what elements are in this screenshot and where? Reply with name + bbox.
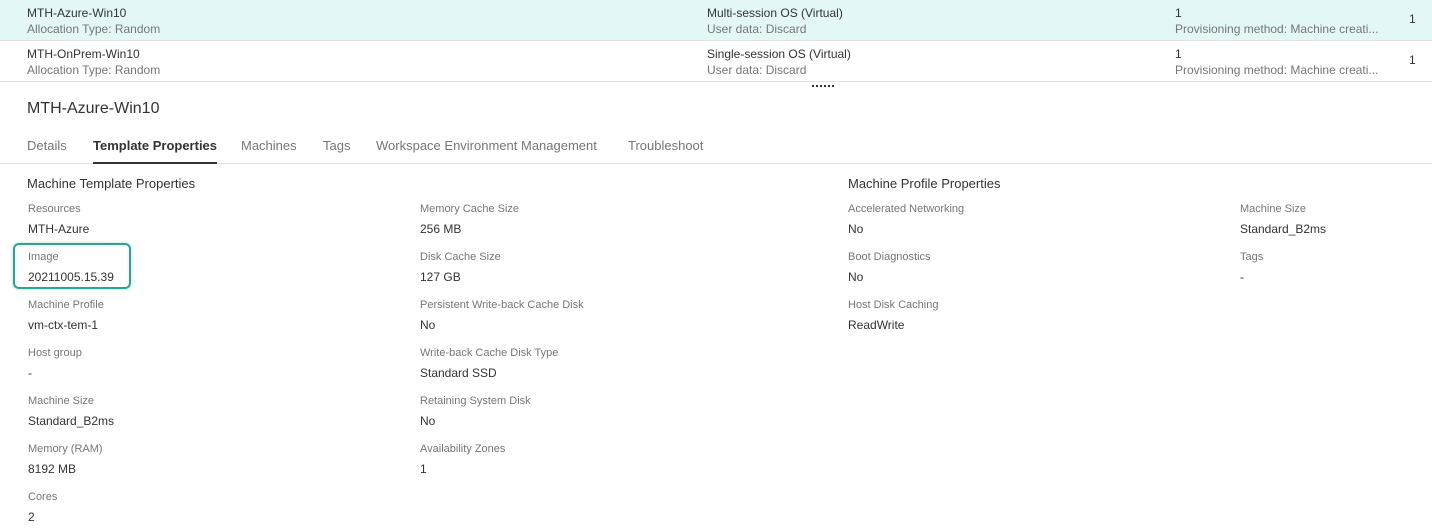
prop-value: No bbox=[420, 318, 436, 332]
tab-troubleshoot[interactable]: Troubleshoot bbox=[628, 138, 703, 164]
prop-value: 2 bbox=[28, 510, 35, 524]
machine-profile-properties-title: Machine Profile Properties bbox=[848, 176, 1001, 191]
catalog-table: MTH-Azure-Win10 Allocation Type: Random … bbox=[0, 0, 1432, 82]
prop-label: Availability Zones bbox=[420, 443, 506, 455]
tab-details[interactable]: Details bbox=[27, 138, 67, 164]
user-data: User data: Discard bbox=[707, 22, 807, 36]
prop-machine-profile: Machine Profile vm-ctx-tem-1 bbox=[28, 298, 104, 333]
details-tabs: Details Template Properties Machines Tag… bbox=[0, 128, 1432, 164]
page-title: MTH-Azure-Win10 bbox=[27, 100, 160, 117]
prop-label: Retaining System Disk bbox=[420, 395, 531, 407]
prop-host-disk-caching: Host Disk Caching ReadWrite bbox=[848, 298, 938, 333]
prop-resources: Resources MTH-Azure bbox=[28, 202, 89, 237]
prop-label: Write-back Cache Disk Type bbox=[420, 347, 559, 359]
prop-label: Host Disk Caching bbox=[848, 299, 939, 311]
os-type-cell: Multi-session OS (Virtual) User data: Di… bbox=[707, 5, 843, 37]
prop-label: Cores bbox=[28, 491, 58, 503]
active-tab-indicator bbox=[93, 162, 218, 164]
prop-label: Resources bbox=[28, 203, 81, 215]
tab-template-properties[interactable]: Template Properties bbox=[93, 138, 218, 164]
machine-count-cell: 1 Provisioning method: Machine creati... bbox=[1175, 46, 1387, 78]
prop-label: Machine Size bbox=[28, 395, 95, 407]
machine-template-properties-title: Machine Template Properties bbox=[27, 176, 196, 191]
prop-boot-diagnostics: Boot Diagnostics No bbox=[848, 250, 931, 285]
machine-count: 1 bbox=[1175, 6, 1182, 20]
tab-tags[interactable]: Tags bbox=[323, 138, 350, 164]
provisioning-method: Provisioning method: Machine creati... bbox=[1175, 63, 1379, 77]
prop-value: Standard SSD bbox=[420, 366, 497, 380]
catalog-name: MTH-OnPrem-Win10 bbox=[27, 47, 140, 61]
tab-label: Workspace Environment Management bbox=[376, 138, 597, 153]
prop-value: No bbox=[848, 270, 864, 284]
prop-value: 127 GB bbox=[420, 270, 461, 284]
tab-machines[interactable]: Machines bbox=[241, 138, 297, 164]
prop-accelerated-networking: Accelerated Networking No bbox=[848, 202, 964, 237]
prop-value: 256 MB bbox=[420, 222, 462, 236]
machine-count: 1 bbox=[1175, 47, 1182, 61]
prop-value: - bbox=[28, 366, 32, 380]
allocation-type: Allocation Type: Random bbox=[27, 22, 161, 36]
prop-availability-zones: Availability Zones 1 bbox=[420, 442, 505, 477]
prop-value: No bbox=[848, 222, 864, 236]
prop-value: No bbox=[420, 414, 436, 428]
prop-label: Disk Cache Size bbox=[420, 251, 501, 263]
prop-label: Machine Profile bbox=[28, 299, 104, 311]
prop-cores: Cores 2 bbox=[28, 490, 57, 525]
tab-label: Troubleshoot bbox=[628, 138, 704, 153]
prop-label: Boot Diagnostics bbox=[848, 251, 931, 263]
table-row[interactable]: MTH-Azure-Win10 Allocation Type: Random … bbox=[0, 0, 1432, 41]
prop-value: 1 bbox=[420, 462, 427, 476]
catalog-name: MTH-Azure-Win10 bbox=[27, 6, 127, 20]
prop-retaining-system-disk: Retaining System Disk No bbox=[420, 394, 531, 429]
prop-value: 8192 MB bbox=[28, 462, 77, 476]
prop-memory-ram: Memory (RAM) 8192 MB bbox=[28, 442, 103, 477]
tab-workspace-environment-management[interactable]: Workspace Environment Management bbox=[376, 138, 597, 164]
prop-persistent-write-back-cache-disk: Persistent Write-back Cache Disk No bbox=[420, 298, 584, 333]
image-highlight-box bbox=[13, 243, 131, 289]
prop-profile-tags: Tags - bbox=[1240, 250, 1263, 285]
catalog-name-cell: MTH-Azure-Win10 Allocation Type: Random bbox=[27, 5, 160, 37]
table-row[interactable]: MTH-OnPrem-Win10 Allocation Type: Random… bbox=[0, 41, 1432, 82]
provisioning-method: Provisioning method: Machine creati... bbox=[1175, 22, 1379, 36]
allocation-type: Allocation Type: Random bbox=[27, 63, 161, 77]
os-type-cell: Single-session OS (Virtual) User data: D… bbox=[707, 46, 851, 78]
prop-value: vm-ctx-tem-1 bbox=[28, 318, 98, 332]
prop-memory-cache-size: Memory Cache Size 256 MB bbox=[420, 202, 519, 237]
prop-label: Persistent Write-back Cache Disk bbox=[420, 299, 584, 311]
prop-label: Memory Cache Size bbox=[420, 203, 520, 215]
prop-host-group: Host group - bbox=[28, 346, 82, 381]
prop-label: Host group bbox=[28, 347, 82, 359]
prop-value: - bbox=[1240, 270, 1244, 284]
os-type: Multi-session OS (Virtual) bbox=[707, 6, 843, 20]
tab-label: Details bbox=[27, 138, 67, 153]
extra-count: 1 bbox=[1409, 53, 1416, 67]
prop-write-back-cache-disk-type: Write-back Cache Disk Type Standard SSD bbox=[420, 346, 558, 381]
prop-machine-size: Machine Size Standard_B2ms bbox=[28, 394, 114, 429]
machine-count-cell: 1 Provisioning method: Machine creati... bbox=[1175, 5, 1387, 37]
prop-disk-cache-size: Disk Cache Size 127 GB bbox=[420, 250, 501, 285]
tab-label: Template Properties bbox=[93, 138, 218, 153]
extra-count: 1 bbox=[1409, 12, 1416, 26]
prop-value: MTH-Azure bbox=[28, 222, 90, 236]
catalog-name-cell: MTH-OnPrem-Win10 Allocation Type: Random bbox=[27, 46, 160, 78]
prop-label: Memory (RAM) bbox=[28, 443, 103, 455]
prop-value: Standard_B2ms bbox=[28, 414, 115, 428]
prop-label: Accelerated Networking bbox=[848, 203, 965, 215]
tab-label: Machines bbox=[241, 138, 297, 153]
prop-value: ReadWrite bbox=[848, 318, 905, 332]
prop-label: Machine Size bbox=[1240, 203, 1307, 215]
prop-value: Standard_B2ms bbox=[1240, 222, 1327, 236]
os-type: Single-session OS (Virtual) bbox=[707, 47, 851, 61]
pane-splitter-handle[interactable] bbox=[811, 84, 835, 88]
tab-label: Tags bbox=[323, 138, 351, 153]
prop-label: Tags bbox=[1240, 251, 1264, 263]
user-data: User data: Discard bbox=[707, 63, 807, 77]
prop-profile-machine-size: Machine Size Standard_B2ms bbox=[1240, 202, 1326, 237]
